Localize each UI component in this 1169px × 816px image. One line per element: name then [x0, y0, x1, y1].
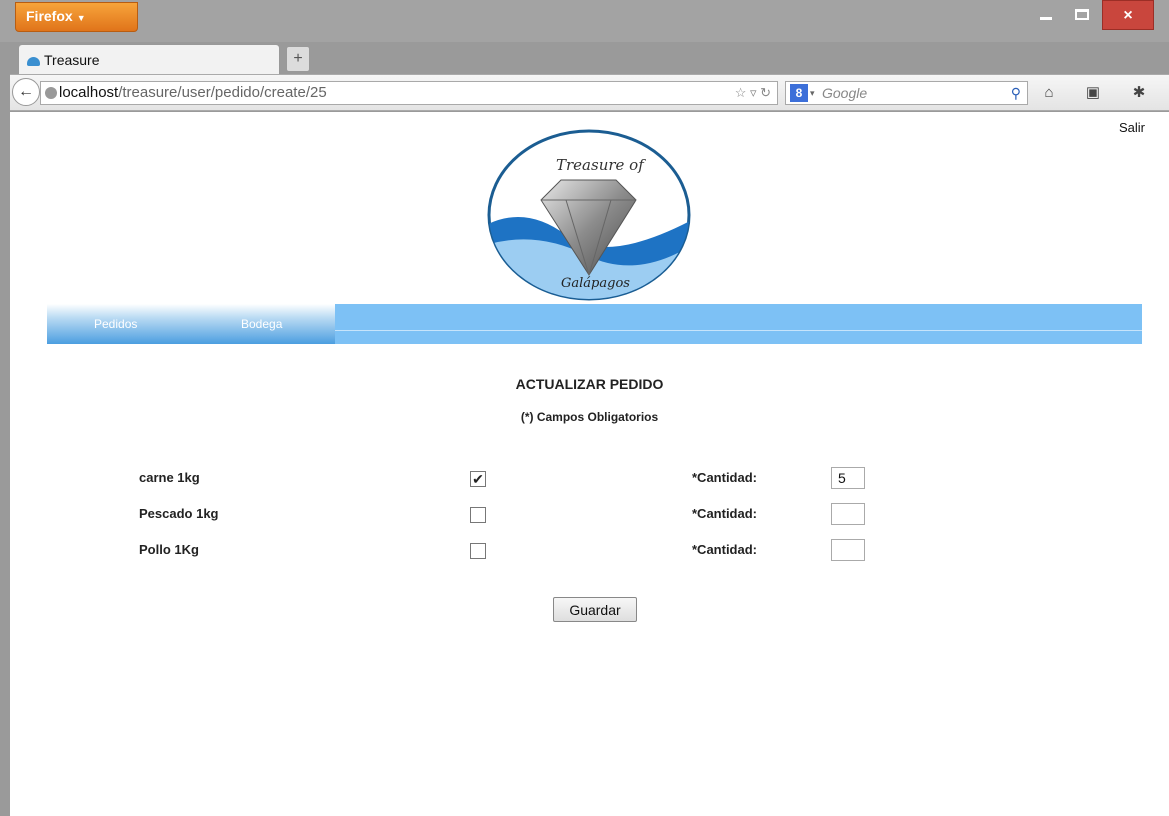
menu-item-bodega[interactable]: Bodega — [241, 317, 282, 331]
required-fields-note: (*) Campos Obligatorios — [520, 410, 659, 424]
order-row: Pollo 1Kg *Cantidad: — [10, 538, 1169, 564]
back-button[interactable]: ← — [12, 78, 40, 106]
logo-line2: Galápagos — [561, 276, 630, 291]
product-checkbox[interactable]: ✔ — [470, 471, 486, 487]
minimize-button[interactable] — [1030, 0, 1062, 30]
quantity-input[interactable] — [831, 503, 865, 525]
bookmark-star-icon[interactable]: ☆ ▿ ↻ — [735, 82, 771, 104]
logo-line1: Treasure of — [556, 156, 646, 174]
back-arrow-icon: ← — [18, 83, 34, 100]
menu-item-pedidos[interactable]: Pedidos — [94, 317, 137, 331]
product-name: carne 1kg — [139, 470, 200, 485]
product-checkbox[interactable] — [470, 543, 486, 559]
title-bar: Firefox ▼ × — [0, 0, 1169, 42]
url-path: /treasure/user/pedido/create/25 — [118, 84, 327, 101]
order-row: Pescado 1kg *Cantidad: — [10, 502, 1169, 528]
logout-link[interactable]: Salir — [1119, 120, 1145, 135]
menu-divider — [335, 330, 1142, 331]
maximize-button[interactable] — [1066, 0, 1098, 30]
quantity-input[interactable] — [831, 539, 865, 561]
favicon-icon — [27, 56, 40, 66]
main-menu: Pedidos Bodega — [47, 304, 1142, 344]
tab-title: Treasure — [44, 52, 100, 68]
url-host: localhost — [59, 84, 119, 101]
bookmarks-icon[interactable]: ▣ — [1080, 80, 1106, 106]
search-placeholder: Google — [822, 85, 868, 101]
product-checkbox[interactable] — [470, 507, 486, 523]
firefox-menu-label: Firefox — [26, 8, 73, 24]
chevron-down-icon: ▼ — [76, 13, 86, 23]
url-bar[interactable]: localhost/treasure/user/pedido/create/25… — [40, 81, 778, 105]
firefox-menu-button[interactable]: Firefox ▼ — [15, 2, 138, 32]
new-tab-button[interactable]: + — [286, 46, 310, 72]
globe-icon — [45, 87, 57, 99]
tab-treasure[interactable]: Treasure — [18, 44, 280, 74]
product-name: Pollo 1Kg — [139, 542, 199, 557]
home-icon[interactable]: ⌂ — [1036, 80, 1062, 106]
addon-icon[interactable]: ✱ — [1126, 80, 1152, 106]
quantity-label: *Cantidad: — [692, 470, 757, 485]
menu-tabs — [47, 304, 335, 344]
product-name: Pescado 1kg — [139, 506, 219, 521]
save-button[interactable]: Guardar — [553, 597, 637, 622]
quantity-label: *Cantidad: — [692, 506, 757, 521]
search-engine-dropdown-icon[interactable]: ▾ — [810, 82, 815, 104]
browser-window: Firefox ▼ × Treasure + ← localhost/treasu… — [0, 0, 1169, 816]
close-button[interactable]: × — [1102, 0, 1154, 30]
order-row: carne 1kg ✔ *Cantidad: — [10, 466, 1169, 492]
page-content: Salir Treasure of Galápagos Pedidos Bode… — [10, 112, 1169, 816]
page-title: ACTUALIZAR PEDIDO — [515, 376, 664, 392]
search-bar[interactable]: 8 ▾ Google ⚲ — [785, 81, 1028, 105]
minimize-icon — [1040, 17, 1052, 21]
treasure-logo: Treasure of Galápagos — [487, 129, 691, 301]
google-icon: 8 — [790, 84, 808, 102]
maximize-icon — [1075, 9, 1089, 21]
quantity-input[interactable] — [831, 467, 865, 489]
quantity-label: *Cantidad: — [692, 542, 757, 557]
search-icon[interactable]: ⚲ — [1011, 82, 1021, 104]
